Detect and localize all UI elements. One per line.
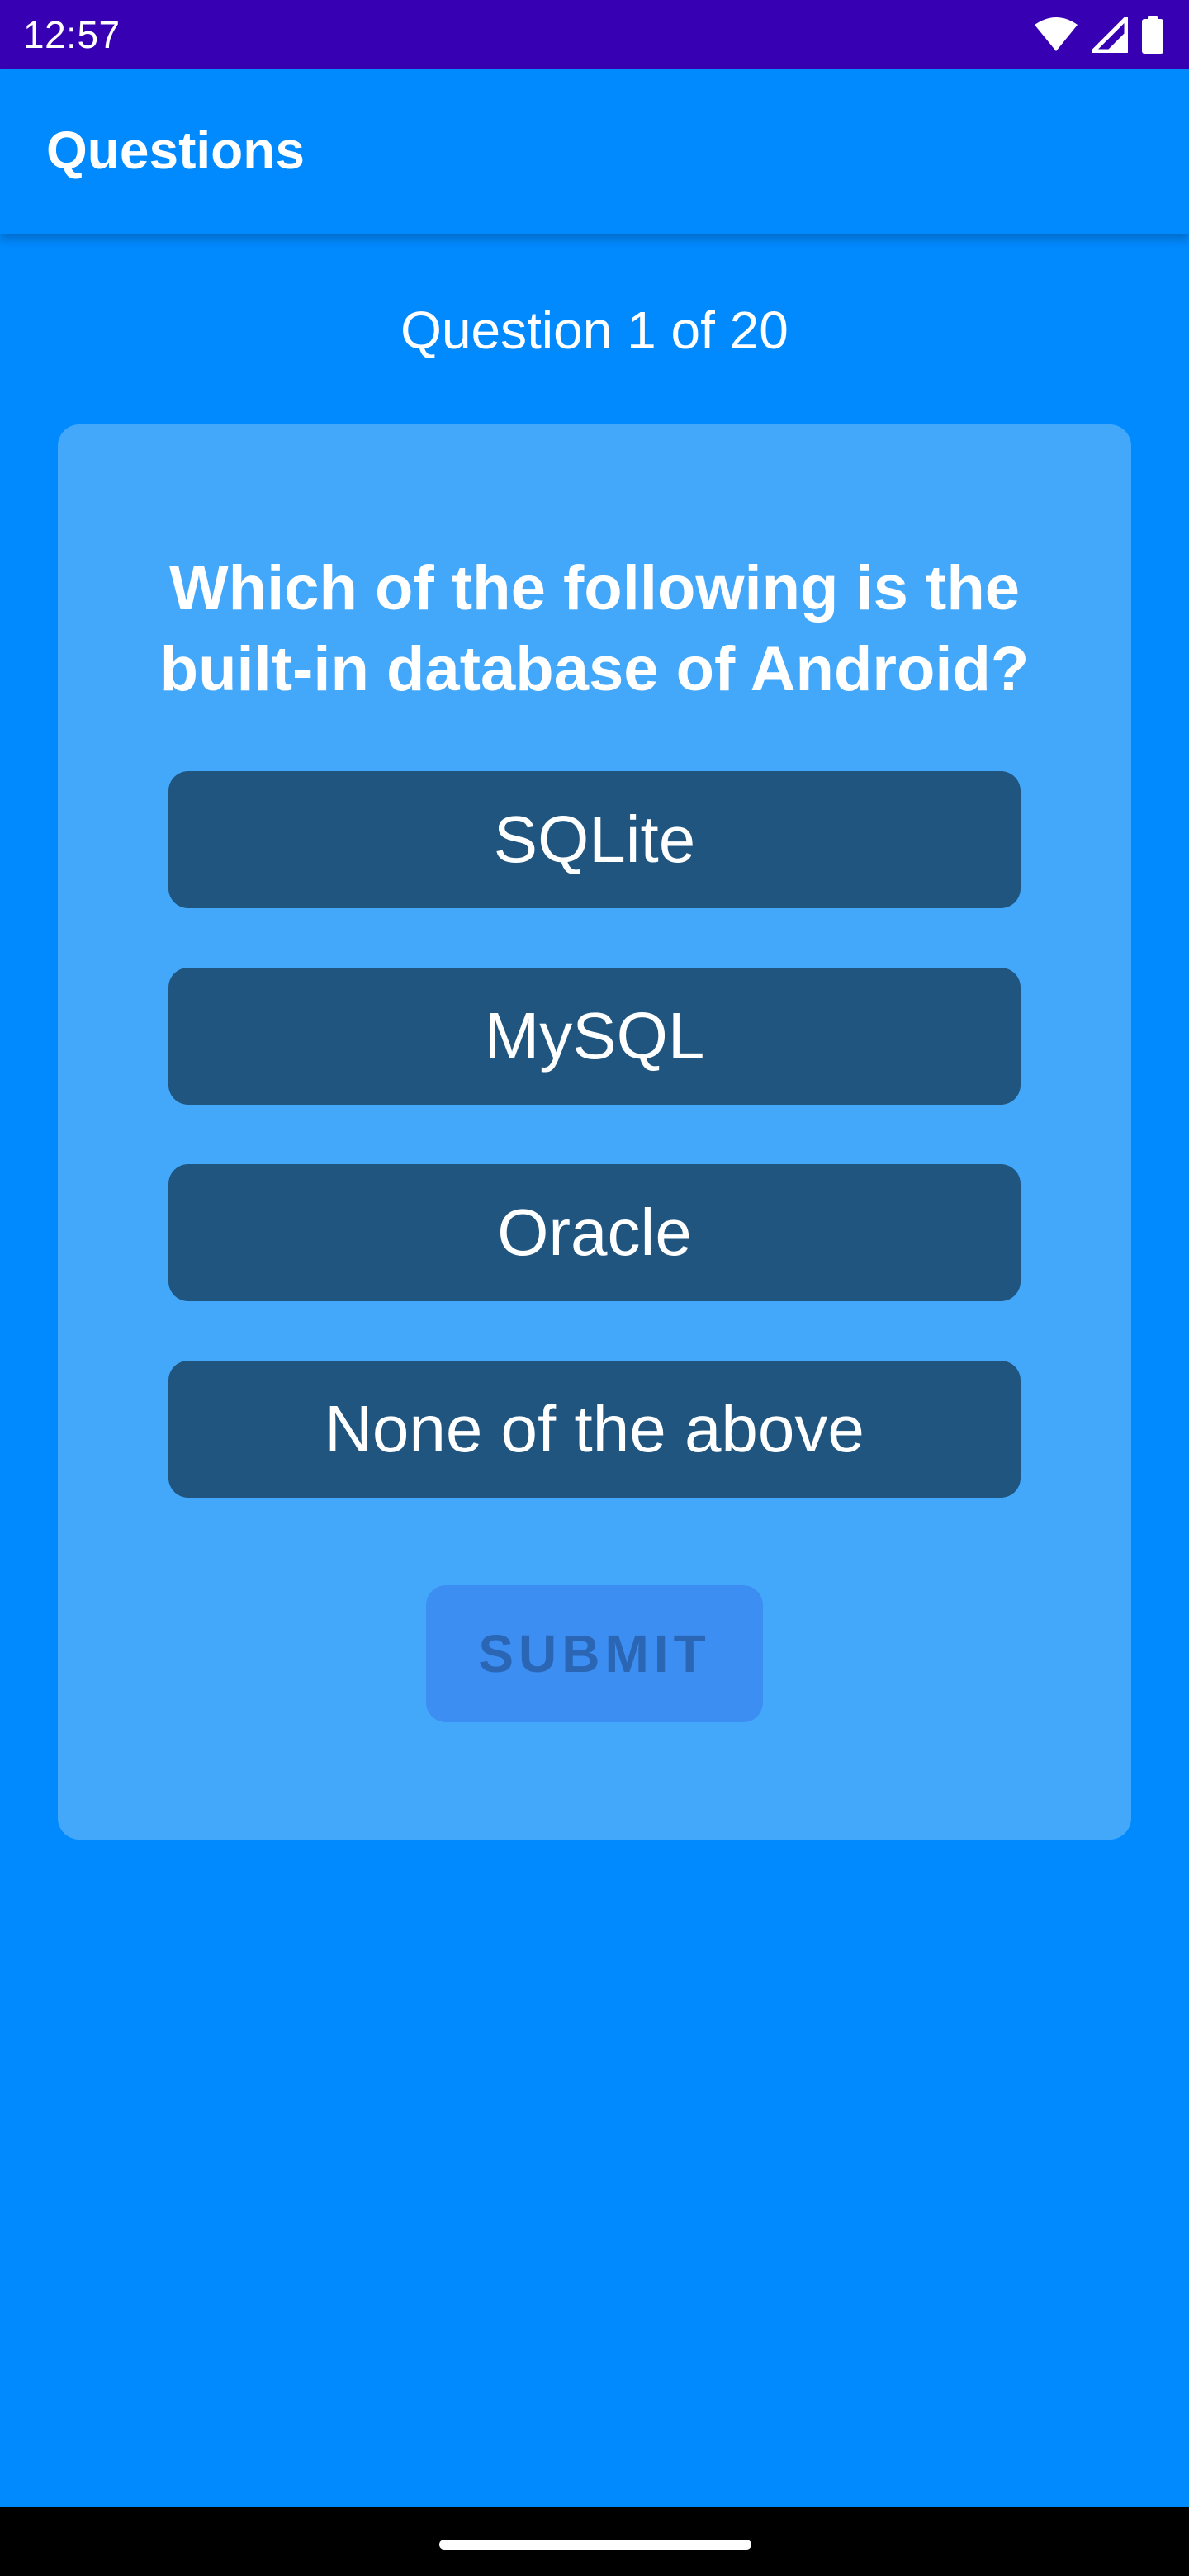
option-button-1[interactable]: SQLite xyxy=(168,771,1021,908)
option-button-3[interactable]: Oracle xyxy=(168,1164,1021,1301)
home-gesture-handle[interactable] xyxy=(439,2540,751,2550)
status-icons xyxy=(1034,15,1164,54)
navigation-bar xyxy=(0,2507,1189,2576)
status-bar: 12:57 xyxy=(0,0,1189,69)
question-text: Which of the following is the built-in d… xyxy=(159,553,1030,704)
question-card: Which of the following is the built-in d… xyxy=(58,424,1131,1840)
option-button-4[interactable]: None of the above xyxy=(168,1361,1021,1498)
app-bar: Questions xyxy=(0,69,1189,234)
status-time: 12:57 xyxy=(23,13,121,56)
cellular-signal-icon xyxy=(1092,17,1128,53)
submit-button[interactable]: SUBMIT xyxy=(426,1585,763,1722)
option-button-2[interactable]: MySQL xyxy=(168,968,1021,1105)
wifi-icon xyxy=(1034,17,1078,53)
question-counter: Question 1 of 20 xyxy=(400,301,789,360)
battery-icon xyxy=(1141,16,1164,54)
app-title: Questions xyxy=(46,121,305,180)
